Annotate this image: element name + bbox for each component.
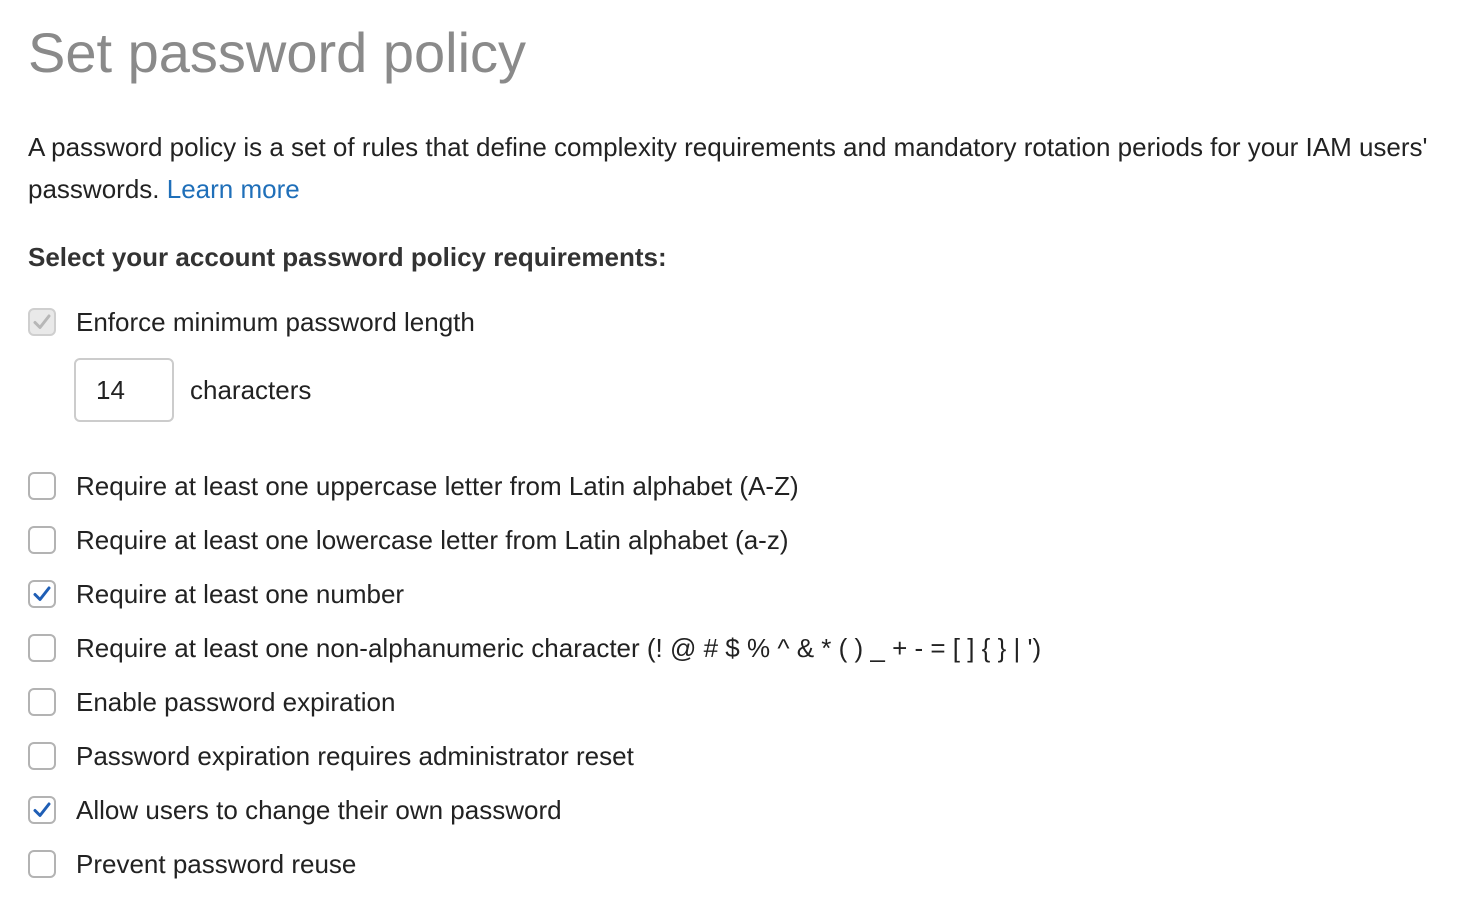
option-change-own-password[interactable]: Allow users to change their own password	[28, 793, 562, 827]
enforce-min-length-label: Enforce minimum password length	[76, 306, 475, 337]
prevent-reuse-label: Prevent password reuse	[76, 848, 357, 879]
lowercase-checkbox[interactable]	[28, 526, 56, 554]
lowercase-label: Require at least one lowercase letter fr…	[76, 524, 789, 555]
enforce-min-length-checkbox	[28, 308, 56, 336]
option-admin-reset[interactable]: Password expiration requires administrat…	[28, 739, 634, 773]
uppercase-label: Require at least one uppercase letter fr…	[76, 470, 799, 501]
checkmark-icon	[33, 314, 51, 329]
learn-more-link[interactable]: Learn more	[167, 174, 300, 204]
option-number[interactable]: Require at least one number	[28, 577, 404, 611]
min-length-unit: characters	[190, 374, 312, 405]
change-own-password-label: Allow users to change their own password	[76, 794, 562, 825]
requirements-heading: Select your account password policy requ…	[28, 242, 667, 272]
number-checkbox[interactable]	[28, 580, 56, 608]
symbol-label: Require at least one non-alphanumeric ch…	[76, 632, 1042, 663]
min-length-input[interactable]	[74, 358, 174, 422]
option-uppercase[interactable]: Require at least one uppercase letter fr…	[28, 469, 799, 503]
number-label: Require at least one number	[76, 578, 405, 609]
expiration-checkbox[interactable]	[28, 688, 56, 716]
change-own-password-checkbox[interactable]	[28, 796, 56, 824]
page-title: Set password policy	[28, 21, 527, 84]
prevent-reuse-checkbox[interactable]	[28, 850, 56, 878]
symbol-checkbox[interactable]	[28, 634, 56, 662]
checkmark-icon	[33, 802, 51, 817]
expiration-label: Enable password expiration	[76, 686, 396, 717]
admin-reset-checkbox[interactable]	[28, 742, 56, 770]
min-length-row: characters	[74, 358, 311, 422]
uppercase-checkbox[interactable]	[28, 472, 56, 500]
admin-reset-label: Password expiration requires administrat…	[76, 740, 634, 771]
option-expiration[interactable]: Enable password expiration	[28, 685, 395, 719]
option-symbol[interactable]: Require at least one non-alphanumeric ch…	[28, 631, 1041, 665]
enforce-min-length-option: Enforce minimum password length	[28, 305, 475, 339]
option-prevent-reuse[interactable]: Prevent password reuse	[28, 847, 356, 881]
checkmark-icon	[33, 586, 51, 601]
option-lowercase[interactable]: Require at least one lowercase letter fr…	[28, 523, 788, 557]
policy-description: A password policy is a set of rules that…	[28, 126, 1480, 210]
